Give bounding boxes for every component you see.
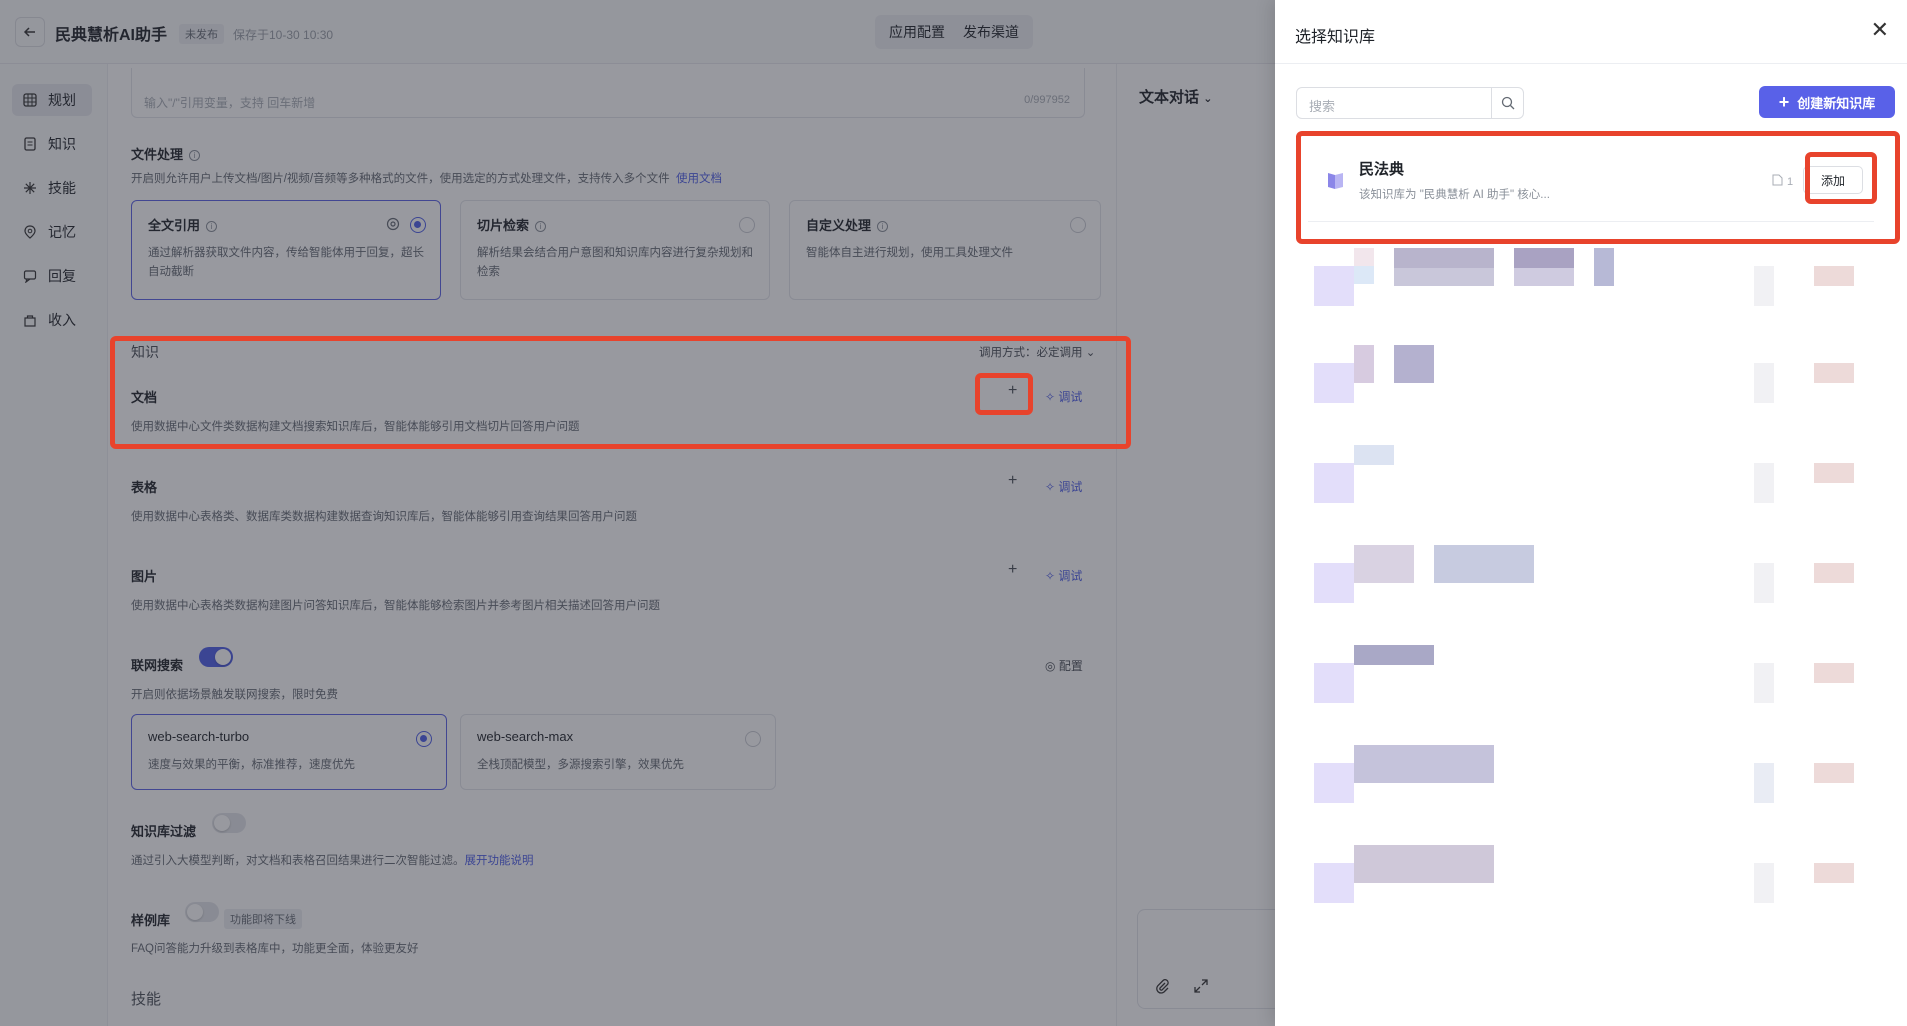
create-knowledge-button[interactable]: + 创建新知识库 bbox=[1759, 86, 1895, 118]
redacted-row[interactable] bbox=[1314, 545, 1874, 605]
annotation-add-button bbox=[1805, 152, 1877, 204]
redacted-row[interactable] bbox=[1314, 445, 1874, 505]
create-label: 创建新知识库 bbox=[1797, 95, 1876, 111]
annotation-add-doc bbox=[975, 373, 1033, 415]
plus-icon: + bbox=[1778, 92, 1790, 112]
search-input[interactable]: 搜索 bbox=[1296, 87, 1524, 119]
redacted-row[interactable] bbox=[1314, 645, 1874, 705]
redacted-row[interactable] bbox=[1314, 345, 1874, 405]
search-icon[interactable] bbox=[1491, 88, 1523, 118]
modal-overlay[interactable] bbox=[0, 0, 1275, 1026]
redacted-row[interactable] bbox=[1314, 248, 1874, 308]
drawer-title: 选择知识库 bbox=[1295, 29, 1376, 46]
redacted-row[interactable] bbox=[1314, 845, 1874, 905]
close-icon[interactable]: ✕ bbox=[1871, 19, 1889, 41]
drawer-header: 选择知识库 ✕ bbox=[1275, 0, 1907, 64]
search-placeholder: 搜索 bbox=[1309, 99, 1336, 114]
redacted-row[interactable] bbox=[1314, 745, 1874, 805]
